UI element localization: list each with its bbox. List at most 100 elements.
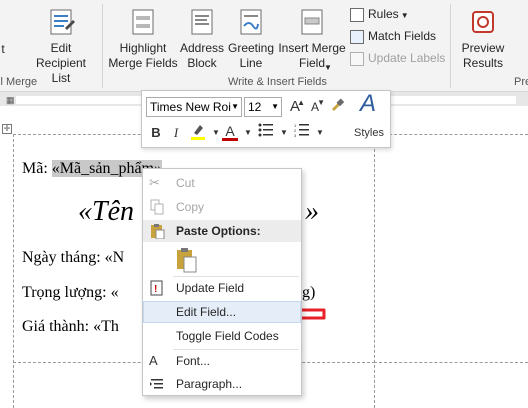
- svg-text:!: !: [154, 284, 157, 295]
- menu-item-cut[interactable]: ✂ Cut: [143, 172, 301, 194]
- group-label-write-insert: Write & Insert Fields: [228, 76, 327, 88]
- insert-merge-field-button[interactable]: Insert Merge Field ▼: [276, 6, 348, 72]
- paste-clipboard-icon: [177, 248, 197, 273]
- menu-item-edit-field-label: Edit Field...: [176, 305, 237, 319]
- font-color-bar: [222, 138, 238, 141]
- insert-merge-field-label: Insert Merge Field: [278, 41, 346, 70]
- chevron-down-icon[interactable]: ▼: [274, 123, 294, 143]
- tab-selector-icon[interactable]: ▦: [6, 95, 15, 106]
- menu-item-font-label: Font...: [176, 354, 211, 368]
- mini-toolbar: Times New Roi ▼ 12 ▼ A ▲ A ▼ A Styles B I …: [141, 90, 391, 148]
- update-field-icon: !: [149, 280, 165, 296]
- menu-item-paragraph-label: Paragraph...: [176, 377, 243, 391]
- chevron-down-icon: ▼: [324, 63, 332, 72]
- greeting-line-button[interactable]: Greeting Line: [226, 6, 276, 71]
- update-labels-icon: [350, 51, 364, 66]
- price-line: Giá thành: «Th: [22, 318, 119, 335]
- product-name-field[interactable]: «Tên: [78, 196, 134, 227]
- chevron-down-icon: ▼: [231, 102, 239, 111]
- format-painter-icon: [332, 98, 345, 111]
- highlighter-icon: [191, 125, 205, 140]
- edit-recipient-list-button[interactable]: Edit Recipient List: [26, 6, 96, 86]
- update-labels-label: Update Labels: [368, 51, 446, 65]
- update-labels-button[interactable]: Update Labels: [350, 50, 445, 66]
- match-fields-button[interactable]: Match Fields: [350, 28, 436, 44]
- font-color-button[interactable]: A: [220, 121, 240, 141]
- partial-ribbon-button[interactable]: t: [0, 42, 10, 57]
- shrink-font-button[interactable]: A ▼: [305, 97, 325, 117]
- menu-item-paragraph[interactable]: Paragraph...: [143, 373, 301, 395]
- table-gridline: [13, 134, 14, 408]
- highlight-color-button[interactable]: [188, 123, 208, 143]
- paste-keep-text-button[interactable]: [175, 247, 199, 273]
- copy-icon: [149, 199, 165, 215]
- highlight-merge-fields-button[interactable]: Highlight Merge Fields: [106, 6, 180, 71]
- paste-options-header: Paste Options:: [143, 220, 301, 242]
- numbering-icon: 123: [294, 123, 309, 138]
- rules-icon: [350, 7, 364, 22]
- format-painter-button[interactable]: [327, 97, 347, 117]
- bullets-icon: [258, 123, 273, 137]
- date-line: Ngày tháng: «N: [22, 249, 125, 266]
- product-name-title: «Tên: [78, 196, 134, 228]
- table-gridline: [374, 362, 528, 363]
- clipboard-icon: [149, 223, 165, 240]
- table-move-handle[interactable]: ✛: [2, 124, 12, 134]
- menu-item-edit-field[interactable]: Edit Field...: [143, 301, 301, 323]
- svg-text:3: 3: [294, 133, 297, 137]
- bold-button[interactable]: B: [146, 123, 166, 143]
- chevron-down-icon[interactable]: ▼: [238, 123, 258, 143]
- product-code-label: Mã:: [22, 160, 52, 177]
- weight-line-tail: g): [302, 284, 316, 301]
- table-gridline: [374, 134, 528, 135]
- chevron-down-icon: ▼: [400, 11, 409, 20]
- greeting-line-icon: [235, 6, 267, 38]
- styles-label: Styles: [354, 127, 384, 139]
- font-size-dropdown[interactable]: 12 ▼: [244, 97, 282, 117]
- menu-item-update-field[interactable]: ! Update Field: [143, 277, 301, 299]
- chevron-down-icon: ▼: [271, 102, 279, 111]
- greeting-line-label: Greeting Line: [227, 41, 275, 70]
- font-icon: A: [149, 353, 158, 368]
- ribbon: t Edit Recipient List il Merge Highlight…: [0, 0, 528, 92]
- paste-options-label: Paste Options:: [176, 224, 261, 238]
- chevron-down-icon[interactable]: ▼: [310, 123, 330, 143]
- numbering-button[interactable]: 123: [292, 123, 312, 143]
- font-name-dropdown[interactable]: Times New Roi ▼: [146, 97, 242, 117]
- menu-item-toggle-field-codes-label: Toggle Field Codes: [176, 329, 279, 343]
- preview-results-icon: [467, 6, 499, 38]
- rules-label: Rules: [368, 7, 399, 21]
- insert-field-icon: [296, 6, 328, 38]
- ribbon-separator: [102, 4, 103, 88]
- scissors-icon: ✂: [149, 175, 160, 190]
- italic-button[interactable]: I: [166, 123, 186, 143]
- menu-item-font[interactable]: A Font...: [143, 350, 301, 372]
- menu-item-toggle-field-codes[interactable]: Toggle Field Codes: [143, 325, 301, 347]
- group-label-preview-partial: Pre: [514, 76, 528, 88]
- font-name-value: Times New Roi: [150, 100, 231, 114]
- menu-item-cut-label: Cut: [176, 176, 195, 190]
- context-menu: ✂ Cut Copy Paste Options: ! Update Field: [142, 168, 302, 396]
- bullets-button[interactable]: [256, 123, 276, 143]
- highlight-fields-icon: [127, 6, 159, 38]
- font-size-value: 12: [248, 100, 262, 114]
- address-block-label: Address Block: [179, 41, 225, 70]
- font-color-icon: A: [225, 123, 235, 139]
- table-gridline: [374, 134, 375, 408]
- group-label-mail-merge: il Merge: [0, 76, 38, 88]
- rules-button[interactable]: Rules ▼: [350, 6, 409, 24]
- menu-item-copy-label: Copy: [176, 200, 205, 214]
- product-code-line: Mã: «Mã_sản_phẩm»: [22, 160, 162, 178]
- weight-line: Trọng lượng: «: [22, 284, 119, 301]
- address-block-button[interactable]: Address Block: [178, 6, 226, 71]
- menu-item-update-field-label: Update Field: [176, 281, 245, 295]
- preview-results-label: Preview Results: [461, 41, 505, 70]
- product-name-title-tail: »: [305, 196, 319, 227]
- preview-results-button[interactable]: Preview Results: [456, 6, 510, 71]
- menu-item-copy[interactable]: Copy: [143, 196, 301, 218]
- address-block-icon: [186, 6, 218, 38]
- grow-font-button[interactable]: A ▲: [285, 97, 305, 117]
- styles-button[interactable]: A: [353, 92, 383, 120]
- partial-ribbon-label: t: [1, 42, 5, 56]
- highlight-merge-fields-label: Highlight Merge Fields: [108, 41, 178, 70]
